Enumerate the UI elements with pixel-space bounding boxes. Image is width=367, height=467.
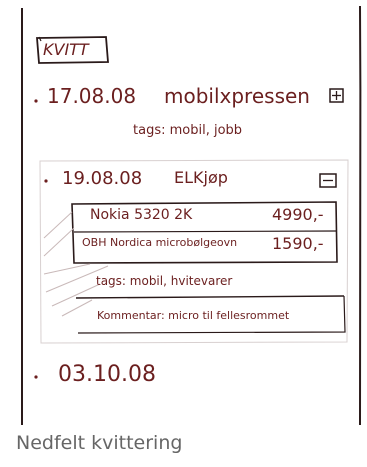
item-price: 4990,- [272, 205, 324, 224]
receipt-date[interactable]: 17.08.08 [47, 86, 136, 106]
item-name: Nokia 5320 2K [90, 207, 193, 223]
item-price: 1590,- [272, 234, 324, 253]
receipt-store[interactable]: mobilxpressen [164, 86, 310, 106]
bullet-3 [34, 375, 38, 379]
receipt-tags: tags: mobil, jobb [133, 123, 243, 138]
hatching [43, 211, 109, 317]
item-name: OBH Nordica microbølgeovn [82, 236, 238, 249]
receipt-comment: Kommentar: micro til fellesrommet [97, 309, 290, 322]
app-title: KVITT [43, 40, 89, 59]
bullet-1 [34, 99, 38, 103]
bullet-2 [44, 179, 48, 183]
receipt-date[interactable]: 19.08.08 [62, 170, 142, 188]
comment-box [75, 295, 345, 299]
figure-caption: Nedfelt kvittering [16, 432, 183, 454]
sketch-canvas: KVITT 17.08.08 mobilxpressen tags: mobil… [0, 0, 367, 425]
frame-left-edge [20, 7, 23, 425]
receipt-store[interactable]: ELKjøp [174, 170, 228, 186]
receipt-date[interactable]: 03.10.08 [58, 364, 156, 386]
receipt-tags: tags: mobil, hvitevarer [96, 274, 233, 288]
